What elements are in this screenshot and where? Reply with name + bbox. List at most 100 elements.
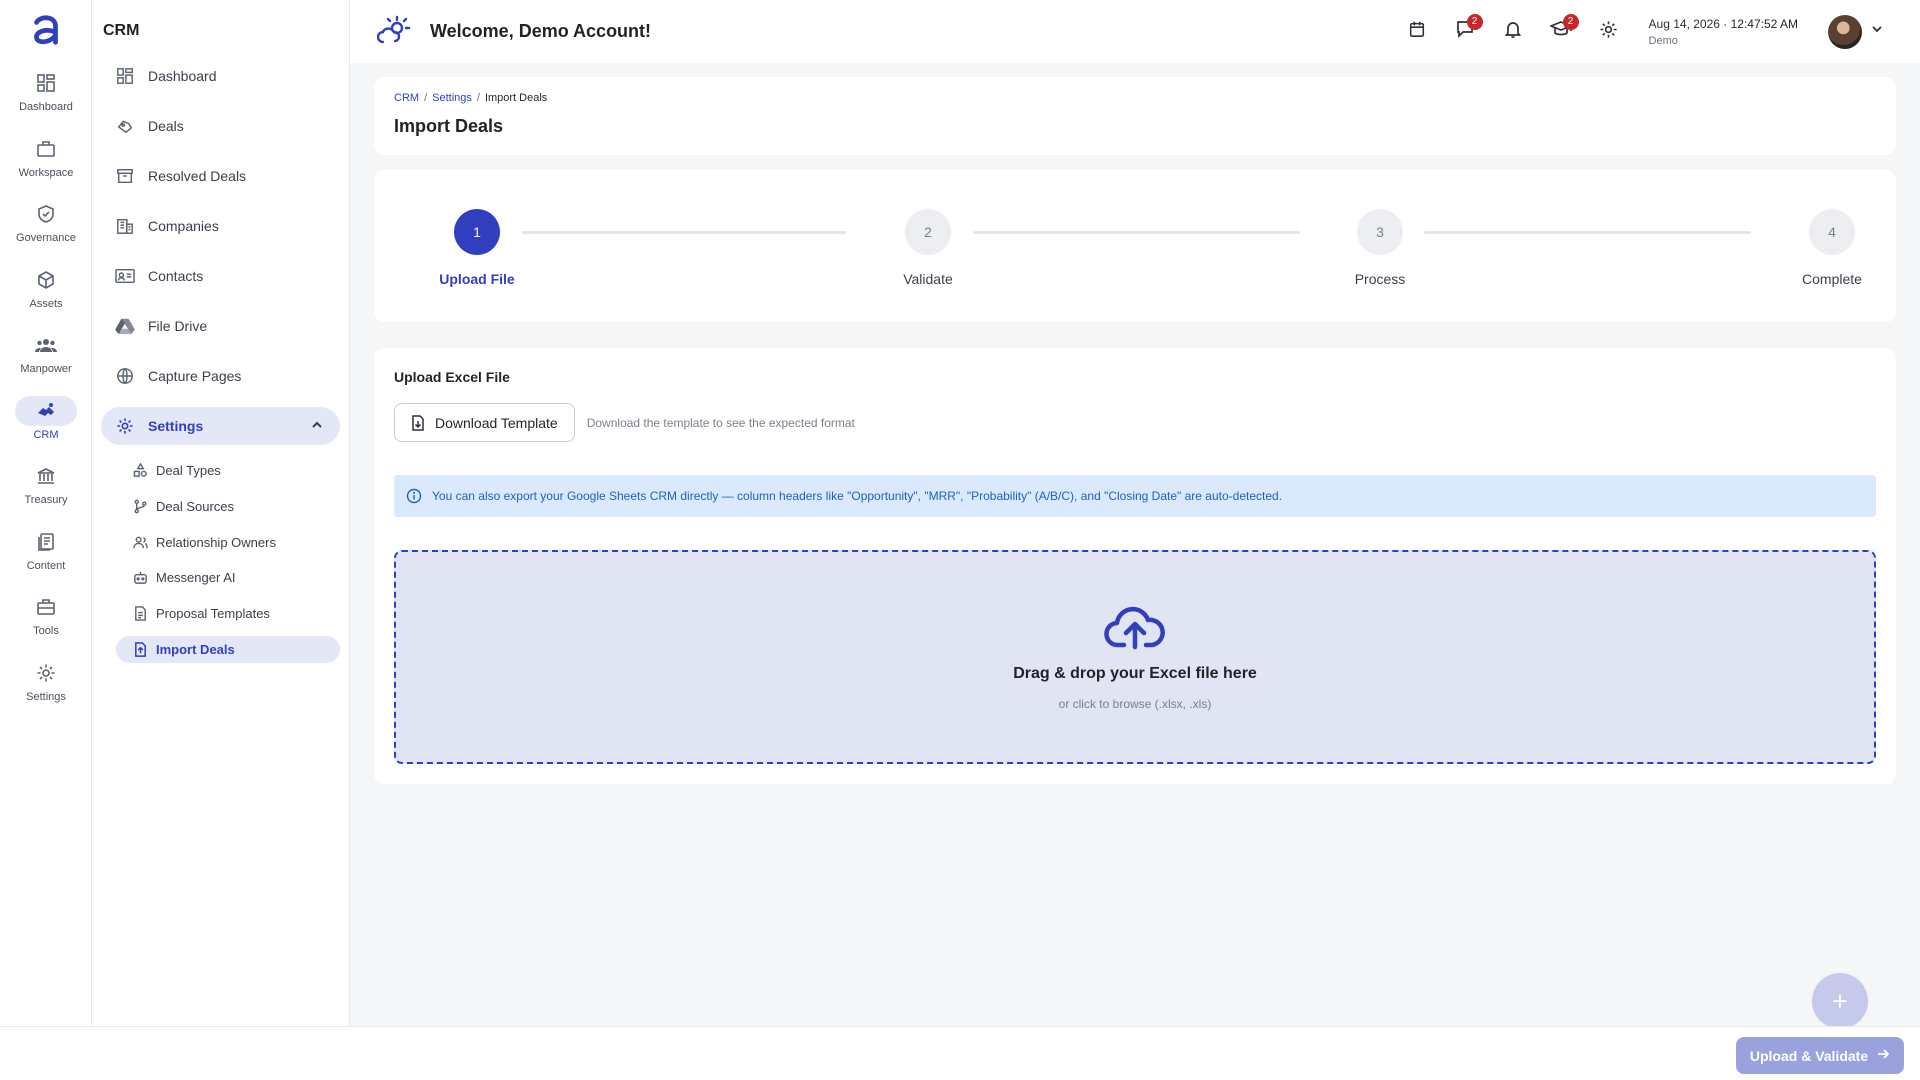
step-connector bbox=[522, 231, 846, 234]
sidebar-item-label: Resolved Deals bbox=[148, 168, 247, 184]
step-label: Complete bbox=[1802, 271, 1862, 287]
rail-item-settings[interactable]: Settings bbox=[0, 654, 92, 720]
datetime-display: Aug 14, 2026 · 12:47:52 AM Demo bbox=[1648, 16, 1798, 47]
rail-label: CRM bbox=[33, 428, 59, 441]
sidebar-item-file-drive[interactable]: File Drive bbox=[101, 307, 340, 345]
sidebar-item-contacts[interactable]: Contacts bbox=[101, 257, 340, 295]
step-connector bbox=[973, 231, 1300, 234]
calendar-button[interactable] bbox=[1393, 12, 1441, 52]
drive-icon bbox=[114, 315, 136, 337]
upload-validate-button[interactable]: Upload & Validate bbox=[1736, 1037, 1904, 1074]
page-title: Import Deals bbox=[394, 116, 504, 136]
messages-button[interactable]: 2 bbox=[1441, 12, 1489, 52]
rail-label: Settings bbox=[26, 690, 66, 703]
sidebar-item-dashboard[interactable]: Dashboard bbox=[101, 57, 340, 95]
branch-icon bbox=[132, 498, 148, 514]
page-header-card: CRM / Settings / Import Deals Import Dea… bbox=[374, 77, 1896, 155]
breadcrumb-separator: / bbox=[424, 92, 428, 104]
sidebar-item-resolved-deals[interactable]: Resolved Deals bbox=[101, 157, 340, 195]
rail-item-assets[interactable]: Assets bbox=[0, 261, 92, 327]
app-logo[interactable] bbox=[26, 10, 66, 50]
top-header: Welcome, Demo Account! 2 2 Aug 14, 2026 … bbox=[350, 0, 1920, 63]
rail-item-workspace[interactable]: Workspace bbox=[0, 130, 92, 196]
add-fab-button[interactable]: + bbox=[1812, 973, 1868, 1029]
sidebar-subitem-deal-types[interactable]: Deal Types bbox=[116, 457, 340, 484]
rail-item-manpower[interactable]: Manpower bbox=[0, 326, 92, 392]
notifications-button[interactable] bbox=[1489, 12, 1537, 52]
briefcase-icon bbox=[15, 134, 77, 164]
sidebar-item-label: Capture Pages bbox=[148, 368, 242, 384]
avatar[interactable] bbox=[1828, 14, 1862, 49]
rail-label: Workspace bbox=[18, 166, 74, 179]
step-number: 2 bbox=[905, 209, 951, 255]
sidebar-subitem-relationship-owners[interactable]: Relationship Owners bbox=[116, 529, 340, 556]
breadcrumb-crm[interactable]: CRM bbox=[394, 92, 419, 104]
sidebar-item-label: Dashboard bbox=[148, 68, 217, 84]
gear-icon bbox=[15, 658, 77, 688]
sidebar-subitem-label: Proposal Templates bbox=[156, 606, 270, 622]
sidebar-item-label: Contacts bbox=[148, 268, 204, 284]
rail-item-dashboard[interactable]: Dashboard bbox=[0, 64, 92, 130]
handshake-icon bbox=[15, 395, 77, 426]
step-label: Process bbox=[1354, 271, 1406, 287]
sidebar-item-settings[interactable]: Settings bbox=[101, 407, 340, 445]
sidebar-subitem-proposal-templates[interactable]: Proposal Templates bbox=[116, 600, 340, 627]
sidebar-subitem-messenger-ai[interactable]: Messenger AI bbox=[116, 564, 340, 591]
chevron-down-icon[interactable] bbox=[1870, 22, 1884, 41]
sidebar-item-deals[interactable]: Deals bbox=[101, 107, 340, 145]
rail-item-crm[interactable]: CRM bbox=[0, 392, 92, 458]
upload-section-title: Upload Excel File bbox=[394, 369, 510, 385]
documents-icon bbox=[15, 527, 77, 557]
document-icon bbox=[132, 606, 148, 622]
shapes-icon bbox=[132, 463, 148, 479]
sidebar-subitem-deal-sources[interactable]: Deal Sources bbox=[116, 493, 340, 520]
chevron-up-icon[interactable] bbox=[310, 418, 324, 435]
import-stepper: 1 Upload File 2 Validate 3 Process 4 Com… bbox=[374, 170, 1896, 322]
file-import-icon bbox=[132, 641, 148, 657]
sidebar-item-label: Deals bbox=[148, 118, 184, 134]
people-icon bbox=[15, 330, 77, 360]
gear-icon bbox=[114, 415, 136, 437]
dropzone-title: Drag & drop your Excel file here bbox=[1013, 665, 1257, 682]
settings-button[interactable] bbox=[1585, 12, 1633, 52]
breadcrumb-separator: / bbox=[476, 92, 480, 104]
download-template-hint: Download the template to see the expecte… bbox=[586, 415, 855, 430]
welcome-message: Welcome, Demo Account! bbox=[430, 21, 652, 41]
file-dropzone[interactable]: Drag & drop your Excel file here or clic… bbox=[394, 550, 1876, 764]
rail-item-governance[interactable]: Governance bbox=[0, 195, 92, 261]
info-banner-text: You can also export your Google Sheets C… bbox=[432, 489, 1283, 503]
gear-icon bbox=[1599, 20, 1618, 44]
sidebar-subitem-label: Deal Types bbox=[156, 463, 221, 478]
rail-item-content[interactable]: Content bbox=[0, 523, 92, 589]
dropzone-subtitle: or click to browse (.xlsx, .xls) bbox=[1058, 697, 1212, 711]
dashboard-icon bbox=[15, 68, 77, 98]
upload-validate-label: Upload & Validate bbox=[1749, 1047, 1869, 1064]
sidebar-subitem-import-deals[interactable]: Import Deals bbox=[116, 635, 340, 663]
rail-label: Dashboard bbox=[19, 101, 73, 113]
globe-icon bbox=[114, 365, 136, 387]
sidebar-item-capture-pages[interactable]: Capture Pages bbox=[101, 357, 340, 395]
building-icon bbox=[114, 215, 136, 237]
sidebar-item-label: Settings bbox=[148, 418, 204, 434]
step-label: Validate bbox=[903, 271, 953, 287]
download-template-button[interactable]: Download Template bbox=[394, 403, 575, 442]
archive-icon bbox=[114, 165, 136, 187]
arrow-right-icon bbox=[1876, 1047, 1890, 1064]
info-icon bbox=[406, 488, 422, 504]
breadcrumb: CRM / Settings / Import Deals bbox=[394, 92, 1876, 104]
rail-item-tools[interactable]: Tools bbox=[0, 588, 92, 654]
account-name: Demo bbox=[1648, 34, 1678, 47]
upload-card: Upload Excel File Download Template Down… bbox=[374, 348, 1896, 784]
rail-label: Treasury bbox=[24, 494, 68, 506]
app-rail: Dashboard Workspace Governance Assets Ma… bbox=[0, 0, 92, 1026]
sidebar-title: CRM bbox=[103, 22, 140, 39]
dashboard-icon bbox=[114, 65, 136, 87]
rail-item-treasury[interactable]: Treasury bbox=[0, 457, 92, 523]
sidebar-item-label: Companies bbox=[148, 218, 219, 234]
rail-label: Governance bbox=[16, 232, 76, 244]
step-complete: 4 Complete bbox=[1772, 209, 1892, 287]
breadcrumb-settings[interactable]: Settings bbox=[432, 92, 472, 104]
weather-logo-icon[interactable] bbox=[376, 14, 412, 50]
sidebar-item-companies[interactable]: Companies bbox=[101, 207, 340, 245]
learning-button[interactable]: 2 bbox=[1537, 12, 1585, 52]
